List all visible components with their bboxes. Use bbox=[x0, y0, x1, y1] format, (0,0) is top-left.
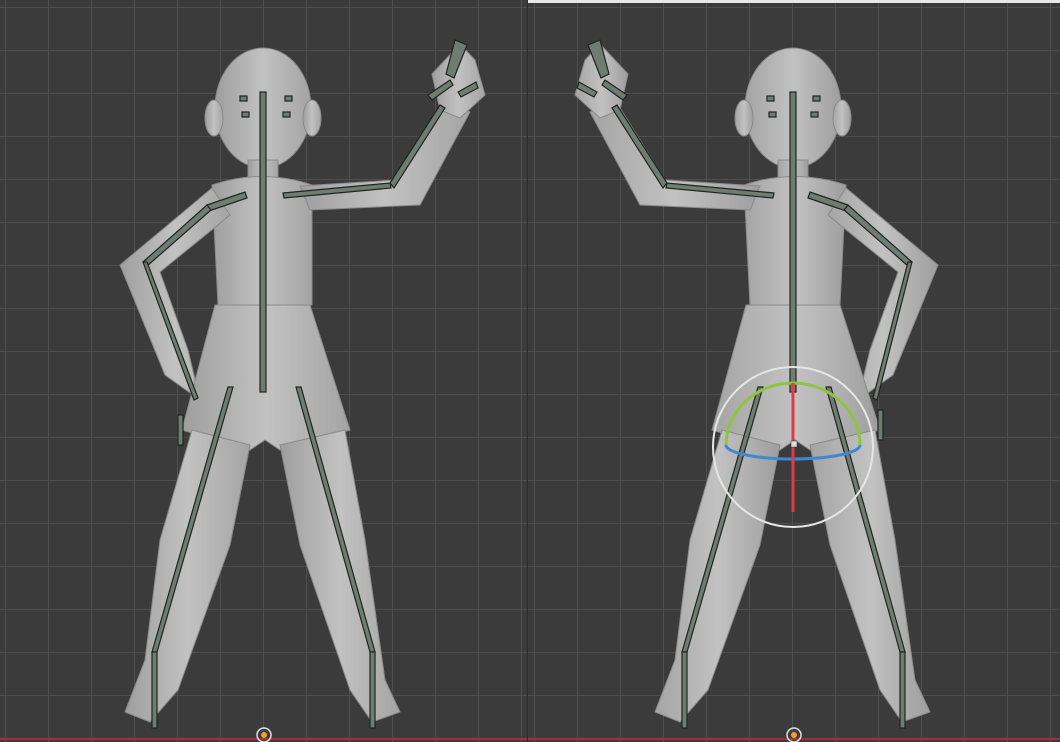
character-mesh[interactable] bbox=[574, 43, 939, 723]
left-viewport[interactable] bbox=[0, 0, 528, 742]
origin-icon[interactable] bbox=[256, 727, 272, 742]
right-viewport[interactable] bbox=[528, 0, 1060, 742]
character-back-view[interactable] bbox=[528, 0, 1060, 742]
character-front-view[interactable] bbox=[0, 0, 528, 742]
character-mesh[interactable] bbox=[119, 43, 486, 723]
header-strip bbox=[528, 0, 1060, 3]
origin-icon[interactable] bbox=[786, 727, 802, 742]
